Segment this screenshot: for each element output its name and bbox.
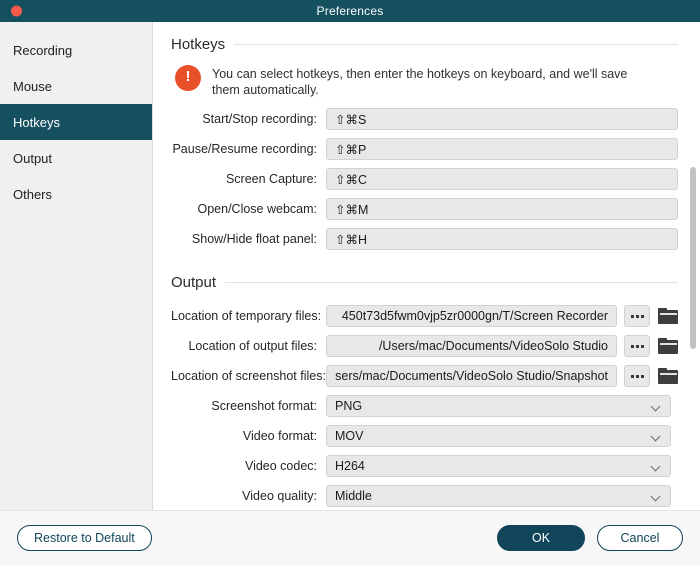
row-label: Screen Capture:	[225, 172, 317, 186]
hotkey-input-start-stop[interactable]: ⇧⌘S	[326, 108, 678, 130]
chevron-down-icon	[651, 431, 662, 442]
sidebar: Recording Mouse Hotkeys Output Others	[0, 22, 153, 510]
row-label: Location of output files:	[188, 339, 317, 353]
preferences-window: Preferences Recording Mouse Hotkeys Outp…	[0, 0, 700, 565]
row-label: Show/Hide float panel:	[191, 232, 317, 246]
cancel-button[interactable]: Cancel	[597, 525, 683, 551]
path-value: sers/mac/Documents/VideoSolo Studio/Snap…	[335, 369, 608, 383]
hotkeys-notice-text: You can select hotkeys, then enter the h…	[212, 67, 628, 97]
temporary-files-path-input[interactable]: 450t73d5fwm0vjp5zr0000gn/T/Screen Record…	[326, 305, 617, 327]
row-label: Start/Stop recording:	[202, 112, 317, 126]
folder-icon[interactable]	[658, 337, 678, 355]
output-files-path-input[interactable]: /Users/mac/Documents/VideoSolo Studio	[326, 335, 617, 357]
ellipsis-icon[interactable]	[624, 305, 650, 327]
sidebar-item-hotkeys[interactable]: Hotkeys	[0, 104, 152, 140]
section-divider	[234, 44, 678, 45]
ok-button[interactable]: OK	[497, 525, 585, 551]
path-row-temporary: Location of temporary files: 450t73d5fwm…	[171, 305, 678, 327]
row-label: Open/Close webcam:	[197, 202, 317, 216]
hotkeys-notice: ! You can select hotkeys, then enter the…	[175, 65, 678, 98]
exclamation-circle-icon: !	[175, 65, 201, 91]
hotkey-input-screen-capture[interactable]: ⇧⌘C	[326, 168, 678, 190]
hotkey-input-webcam[interactable]: ⇧⌘M	[326, 198, 678, 220]
sidebar-item-others[interactable]: Others	[0, 176, 152, 212]
select-value: H264	[335, 459, 365, 473]
hotkey-row-pause-resume: Pause/Resume recording: ⇧⌘P	[171, 138, 678, 160]
row-label: Location of screenshot files:	[171, 369, 326, 383]
select-value: MOV	[335, 429, 364, 443]
select-row-video-quality: Video quality: Middle	[171, 485, 678, 507]
select-row-screenshot-format: Screenshot format: PNG	[171, 395, 678, 417]
footer-actions: OK Cancel	[497, 525, 683, 551]
settings-content: Hotkeys ! You can select hotkeys, then e…	[153, 22, 700, 507]
folder-icon[interactable]	[658, 307, 678, 325]
section-title: Output	[171, 274, 217, 291]
ellipsis-icon[interactable]	[624, 365, 650, 387]
hotkey-input-pause-resume[interactable]: ⇧⌘P	[326, 138, 678, 160]
video-quality-select[interactable]: Middle	[326, 485, 671, 507]
select-value: Middle	[335, 489, 372, 503]
header-gap	[171, 295, 678, 305]
sidebar-item-label: Others	[13, 186, 53, 202]
sidebar-item-label: Mouse	[13, 78, 53, 94]
window-title: Preferences	[316, 4, 384, 18]
chevron-down-icon	[651, 491, 662, 502]
sidebar-item-mouse[interactable]: Mouse	[0, 68, 152, 104]
ellipsis-icon[interactable]	[624, 335, 650, 357]
screenshot-format-select[interactable]: PNG	[326, 395, 671, 417]
chevron-down-icon	[651, 401, 662, 412]
select-row-video-format: Video format: MOV	[171, 425, 678, 447]
exclamation-glyph: !	[185, 68, 191, 85]
hotkey-row-screen-capture: Screen Capture: ⇧⌘C	[171, 168, 678, 190]
sidebar-item-recording[interactable]: Recording	[0, 32, 152, 68]
vertical-scrollbar[interactable]	[689, 22, 697, 510]
video-codec-select[interactable]: H264	[326, 455, 671, 477]
video-format-select[interactable]: MOV	[326, 425, 671, 447]
row-label: Video codec:	[244, 459, 317, 473]
restore-to-default-button[interactable]: Restore to Default	[17, 525, 152, 551]
screenshot-files-path-input[interactable]: sers/mac/Documents/VideoSolo Studio/Snap…	[326, 365, 617, 387]
hotkey-row-webcam: Open/Close webcam: ⇧⌘M	[171, 198, 678, 220]
path-value: 450t73d5fwm0vjp5zr0000gn/T/Screen Record…	[341, 309, 608, 323]
output-section-header: Output	[171, 274, 678, 291]
row-label: Location of temporary files:	[171, 309, 322, 323]
hotkey-row-start-stop: Start/Stop recording: ⇧⌘S	[171, 108, 678, 130]
row-label: Pause/Resume recording:	[172, 142, 317, 156]
path-row-output: Location of output files: /Users/mac/Doc…	[171, 335, 678, 357]
chevron-down-icon	[651, 461, 662, 472]
sidebar-item-label: Recording	[13, 42, 73, 58]
sidebar-item-label: Output	[13, 150, 53, 166]
folder-icon[interactable]	[658, 367, 678, 385]
sidebar-item-label: Hotkeys	[13, 114, 60, 130]
hotkey-input-float-panel[interactable]: ⇧⌘H	[326, 228, 678, 250]
select-value: PNG	[335, 399, 363, 413]
section-divider	[225, 282, 678, 283]
hotkeys-section-header: Hotkeys	[171, 36, 678, 53]
scrollbar-thumb[interactable]	[690, 167, 696, 349]
row-label: Screenshot format:	[211, 399, 317, 413]
dialog-footer: Restore to Default OK Cancel	[0, 510, 700, 565]
sidebar-item-output[interactable]: Output	[0, 140, 152, 176]
path-row-screenshot: Location of screenshot files: sers/mac/D…	[171, 365, 678, 387]
row-label: Video format:	[242, 429, 317, 443]
close-dot-icon[interactable]	[11, 5, 22, 17]
settings-scroll-pane[interactable]: Hotkeys ! You can select hotkeys, then e…	[153, 22, 700, 510]
section-title: Hotkeys	[171, 36, 226, 53]
titlebar: Preferences	[0, 0, 700, 22]
hotkey-row-float-panel: Show/Hide float panel: ⇧⌘H	[171, 228, 678, 250]
window-body: Recording Mouse Hotkeys Output Others Ho…	[0, 22, 700, 510]
select-row-video-codec: Video codec: H264	[171, 455, 678, 477]
path-value: /Users/mac/Documents/VideoSolo Studio	[378, 339, 608, 353]
row-label: Video quality:	[242, 489, 317, 503]
